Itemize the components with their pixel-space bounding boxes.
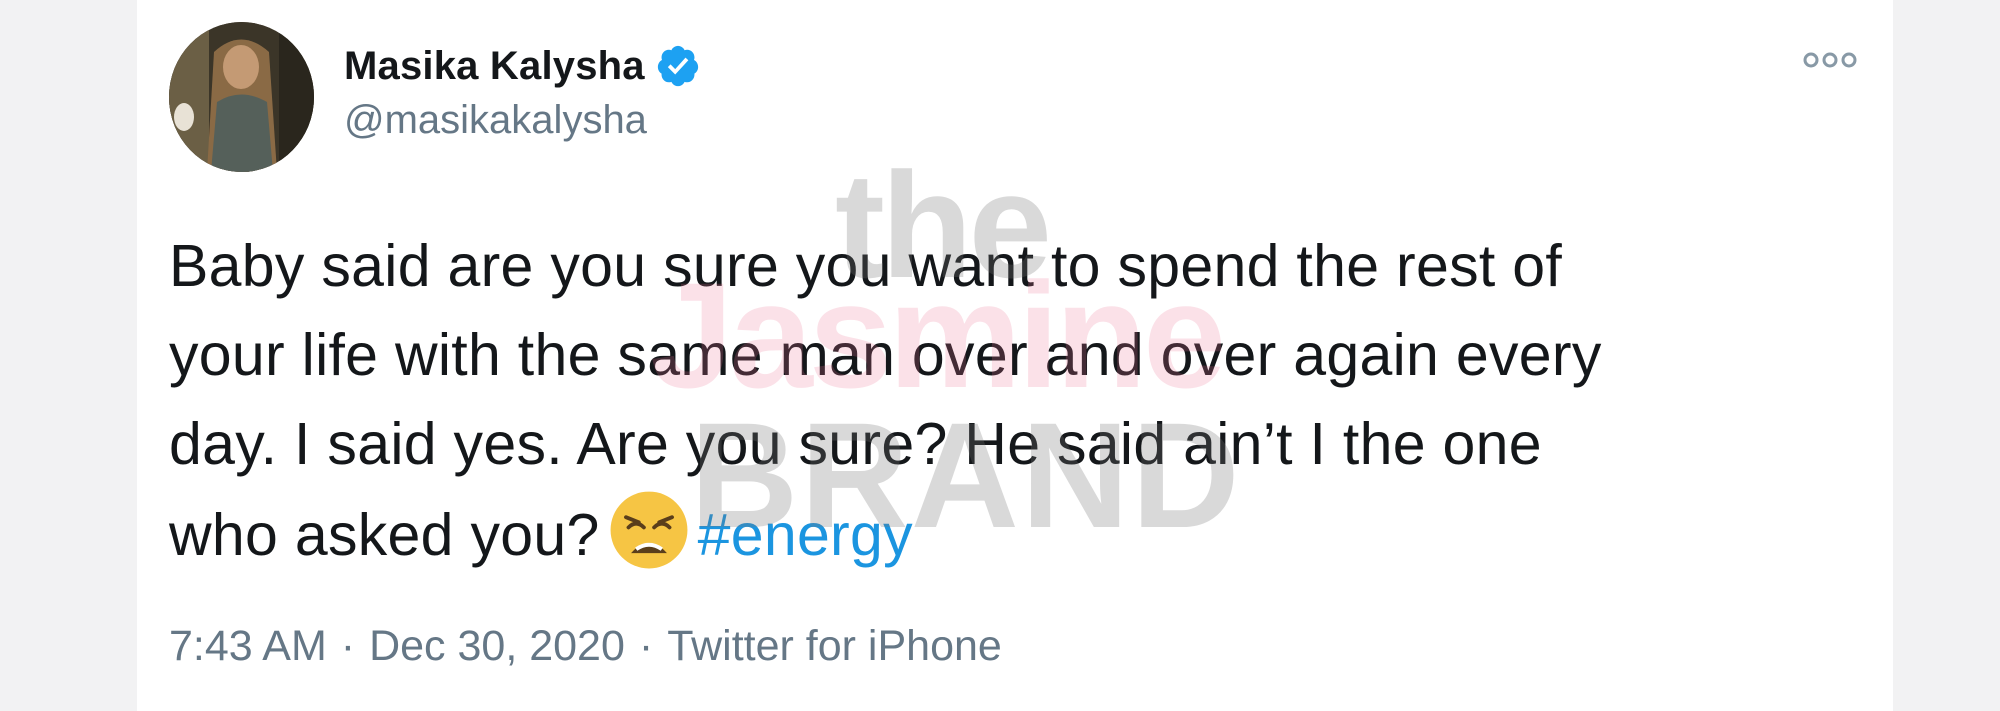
tweet-time[interactable]: 7:43 AM [169,622,327,670]
tweet-metadata: 7:43 AM · Dec 30, 2020 · Twitter for iPhone [169,622,1002,671]
meta-separator: · [638,622,654,670]
verified-badge-icon [657,45,698,87]
tweet-date[interactable]: Dec 30, 2020 [369,622,625,670]
weary-face-emoji-icon [610,491,688,569]
author-handle[interactable]: @masikakalysha [344,98,647,143]
more-options-icon[interactable] [1803,50,1857,70]
author-row: Masika Kalysha [344,40,701,92]
tweet-source[interactable]: Twitter for iPhone [667,622,1002,670]
hashtag-link[interactable]: #energy [698,502,913,568]
tweet-text: Baby said are you sure you want to spend… [169,222,1869,580]
tweet-text-line: day. I said yes. Are you sure? He said a… [169,411,1542,477]
tweet-text-last-line: who asked you? #energy [169,489,1869,580]
meta-separator: · [340,622,356,670]
tweet-card: Masika Kalysha @masikakalysha Baby said … [137,0,1893,711]
display-name[interactable]: Masika Kalysha [344,44,645,89]
avatar[interactable] [169,22,314,172]
tweet-text-line: Baby said are you sure you want to spend… [169,233,1563,299]
tweet-text-line: your life with the same man over and ove… [169,322,1602,388]
avatar-photo [169,22,314,172]
tweet-text-line: who asked you? [169,502,600,568]
